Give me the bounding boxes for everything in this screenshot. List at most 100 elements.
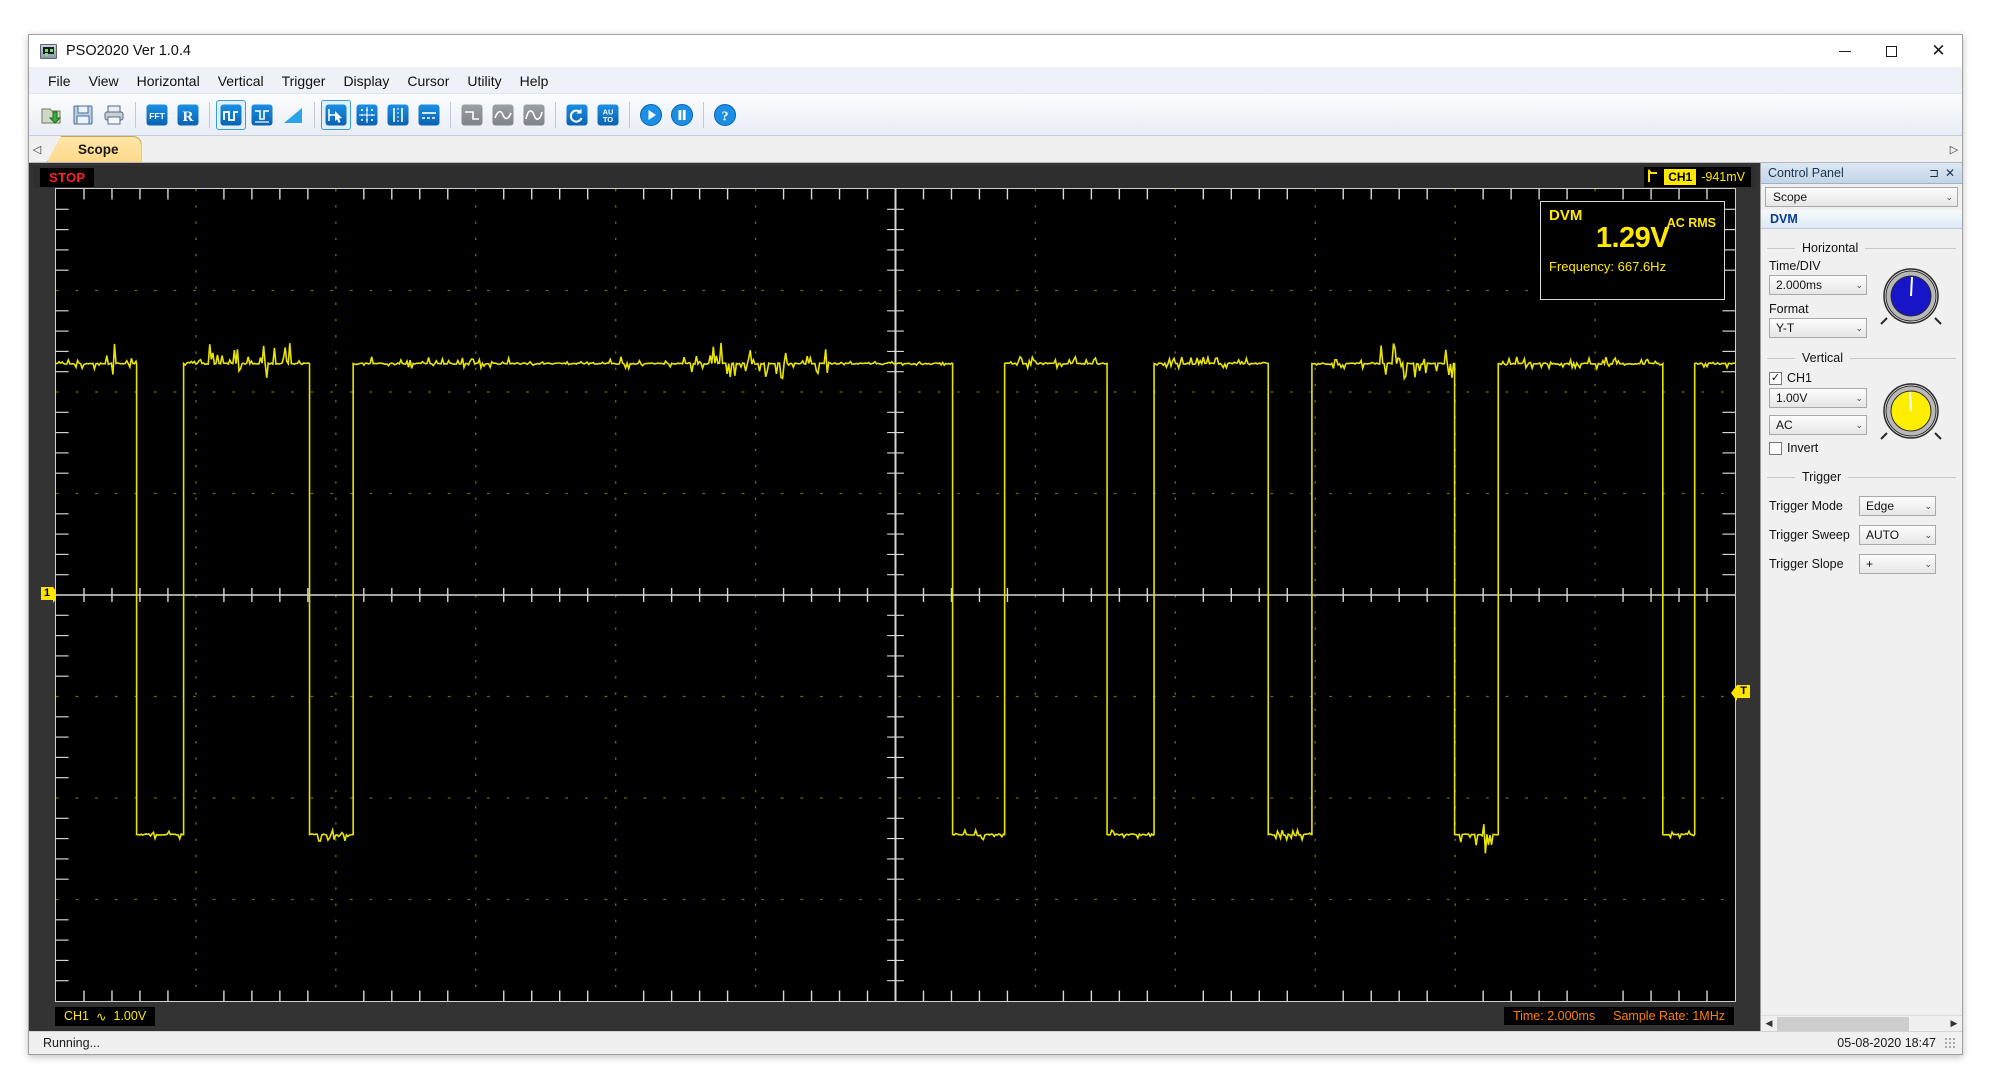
run-button[interactable] <box>636 100 666 130</box>
volts-div-select[interactable]: 1.00V ⌄ <box>1769 388 1867 408</box>
status-message: Running... <box>43 1036 100 1050</box>
waveform-display[interactable]: DVM AC RMS 1.29V Frequency: 667.6Hz <box>55 188 1736 1002</box>
undo-icon <box>565 103 589 127</box>
menu-utility[interactable]: Utility <box>458 70 510 92</box>
graticule-wrapper: 1 DVM AC RMS 1.29V Frequency: 667.6Hz T <box>33 188 1756 1002</box>
time-div-select[interactable]: 2.000ms ⌄ <box>1769 275 1867 295</box>
record-button[interactable]: R <box>173 100 203 130</box>
pulse-measure-icon <box>250 103 274 127</box>
grid-dots-icon <box>355 103 379 127</box>
invert-checkbox[interactable]: Invert <box>1769 441 1867 455</box>
print-button[interactable] <box>99 100 129 130</box>
open-icon <box>40 103 64 127</box>
auto-set-icon: AU TO <box>596 103 620 127</box>
toolbar: FFT R AU TO? <box>29 94 1962 136</box>
channel-ground-marker[interactable]: 1 <box>41 587 60 603</box>
ramp-icon <box>281 103 305 127</box>
menu-view[interactable]: View <box>80 70 128 92</box>
menu-horizontal[interactable]: Horizontal <box>128 70 209 92</box>
menu-display[interactable]: Display <box>334 70 398 92</box>
channel-trigger-indicator[interactable]: CH1 -941mV <box>1644 167 1751 187</box>
square-wave-button[interactable] <box>216 99 246 130</box>
fft-button[interactable]: FFT <box>142 100 172 130</box>
trigger-sweep-select[interactable]: AUTO ⌄ <box>1859 525 1936 545</box>
trigger-mode-value: Edge <box>1866 499 1895 513</box>
auto-set-button[interactable]: AU TO <box>593 100 623 130</box>
toolbar-separator <box>209 101 210 128</box>
format-select[interactable]: Y-T ⌄ <box>1769 318 1867 338</box>
menu-trigger[interactable]: Trigger <box>273 70 335 92</box>
panel-mode-select[interactable]: Scope ⌄ <box>1765 187 1958 207</box>
coupling-select[interactable]: AC ⌄ <box>1769 415 1867 435</box>
scroll-right-icon[interactable]: ▶ <box>1946 1018 1962 1029</box>
sine2-waveform-icon <box>522 103 546 127</box>
grid-dashed-button[interactable] <box>414 100 444 130</box>
maximize-button[interactable] <box>1868 35 1915 67</box>
print-icon <box>102 103 126 127</box>
menu-vertical[interactable]: Vertical <box>209 70 273 92</box>
menu-help[interactable]: Help <box>511 70 558 92</box>
ch1-checkbox-label: CH1 <box>1787 371 1813 385</box>
chevron-down-icon: ⌄ <box>1924 558 1932 569</box>
time-div-knob[interactable] <box>1877 262 1945 335</box>
cursor-select-button[interactable] <box>321 99 351 130</box>
ramp-button[interactable] <box>278 100 308 130</box>
close-icon[interactable]: ✕ <box>1942 166 1958 180</box>
step-waveform-button <box>457 100 487 130</box>
svg-text:R: R <box>183 109 194 125</box>
volts-div-knob-svg <box>1879 382 1942 440</box>
sine2-waveform-button <box>519 100 549 130</box>
scrollbar-thumb[interactable] <box>1777 1016 1909 1031</box>
run-state-badge[interactable]: STOP <box>40 167 95 187</box>
trigger-mode-row: Trigger Mode Edge ⌄ <box>1769 496 1954 516</box>
sine-waveform-button <box>488 100 518 130</box>
trigger-legend: Trigger <box>1802 470 1842 484</box>
minimize-button[interactable] <box>1821 35 1868 67</box>
horizontal-group: Horizontal Time/DIV 2.000ms ⌄ Format Y-T <box>1767 241 1956 344</box>
chevron-down-icon: ⌄ <box>1924 529 1932 540</box>
chevron-down-icon: ⌄ <box>1855 392 1863 403</box>
tab-scroll-right-icon[interactable]: ▷ <box>1946 136 1962 162</box>
trigger-slope-select[interactable]: + ⌄ <box>1859 554 1936 574</box>
maximize-icon <box>1886 45 1897 57</box>
volts-div-knob[interactable] <box>1877 377 1945 450</box>
tab-scope[interactable]: Scope <box>47 136 142 162</box>
close-button[interactable]: ✕ <box>1915 35 1962 67</box>
save-button[interactable] <box>68 100 98 130</box>
checkbox-unchecked-icon <box>1769 441 1782 455</box>
square-wave-icon <box>219 103 243 127</box>
pin-icon[interactable]: ⊐ <box>1926 166 1942 180</box>
tab-dvm[interactable]: DVM <box>1761 210 1962 229</box>
tab-scroll-left-icon[interactable]: ◁ <box>29 136 45 162</box>
scrollbar-track[interactable] <box>1777 1016 1946 1031</box>
grid-dots-button[interactable] <box>352 100 382 130</box>
trigger-sweep-label: Trigger Sweep <box>1769 528 1850 542</box>
help-button[interactable]: ? <box>710 100 740 130</box>
pause-button[interactable] <box>667 100 697 130</box>
pause-icon <box>670 103 694 127</box>
trigger-position-marker[interactable]: T <box>1731 684 1750 701</box>
ch1-checkbox[interactable]: ✓ CH1 <box>1769 371 1867 385</box>
menu-cursor[interactable]: Cursor <box>398 70 458 92</box>
sine-waveform-icon <box>491 103 515 127</box>
trigger-mode-select[interactable]: Edge ⌄ <box>1859 496 1936 516</box>
control-panel-body: Horizontal Time/DIV 2.000ms ⌄ Format Y-T <box>1761 229 1962 1015</box>
time-div-knob-svg <box>1879 268 1942 325</box>
grid-vertical-button[interactable] <box>383 100 413 130</box>
application-window: PSO2020 Ver 1.0.4 ✕ File View Horizontal… <box>28 34 1963 1055</box>
help-icon: ? <box>713 103 737 127</box>
trigger-sweep-row: Trigger Sweep AUTO ⌄ <box>1769 525 1954 545</box>
toolbar-separator <box>703 101 704 128</box>
pulse-measure-button[interactable] <box>247 100 277 130</box>
menu-file[interactable]: File <box>39 70 80 92</box>
control-panel-hscrollbar[interactable]: ◀ ▶ <box>1761 1015 1962 1031</box>
open-button[interactable] <box>37 100 67 130</box>
scroll-left-icon[interactable]: ◀ <box>1761 1018 1777 1029</box>
status-datetime: 05-08-2020 18:47 <box>1837 1036 1936 1050</box>
record-icon: R <box>176 103 200 127</box>
channel-settings-readout[interactable]: CH1 ∿ 1.00V <box>55 1006 156 1026</box>
chevron-down-icon: ⌄ <box>1924 500 1932 511</box>
resize-grip-icon[interactable] <box>1944 1037 1956 1049</box>
toolbar-separator <box>629 101 630 128</box>
undo-button[interactable] <box>562 100 592 130</box>
